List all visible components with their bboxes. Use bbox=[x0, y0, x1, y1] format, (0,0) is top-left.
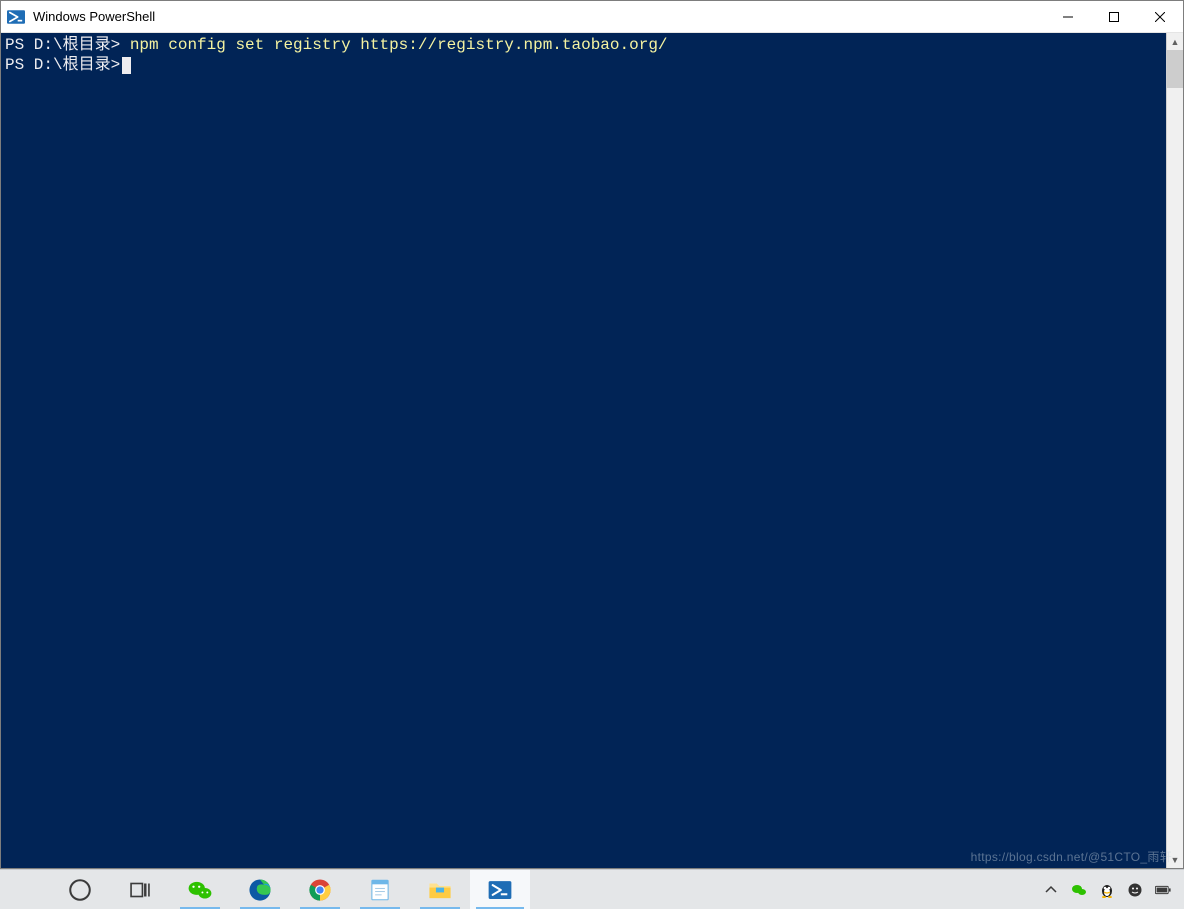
vertical-scrollbar[interactable]: ▲ ▼ bbox=[1166, 33, 1183, 868]
file-explorer-icon[interactable] bbox=[410, 870, 470, 909]
terminal[interactable]: PS D:\根目录> npm config set registry https… bbox=[1, 33, 1166, 868]
terminal-wrap: PS D:\根目录> npm config set registry https… bbox=[1, 33, 1183, 868]
window-controls bbox=[1045, 1, 1183, 32]
minimize-button[interactable] bbox=[1045, 1, 1091, 32]
wechat-icon[interactable] bbox=[170, 870, 230, 909]
edge-icon[interactable] bbox=[230, 870, 290, 909]
tray-qq-icon[interactable] bbox=[1098, 881, 1116, 899]
cortana-icon[interactable] bbox=[50, 870, 110, 909]
system-tray bbox=[1042, 870, 1184, 909]
task-view-icon[interactable] bbox=[110, 870, 170, 909]
chrome-icon[interactable] bbox=[290, 870, 350, 909]
scroll-thumb[interactable] bbox=[1167, 50, 1183, 88]
notepad-icon[interactable] bbox=[350, 870, 410, 909]
tray-battery-icon[interactable] bbox=[1154, 881, 1172, 899]
powershell-icon[interactable] bbox=[470, 870, 530, 909]
powershell-icon bbox=[7, 8, 25, 26]
tray-emoji-icon[interactable] bbox=[1126, 881, 1144, 899]
taskbar bbox=[0, 869, 1184, 909]
prompt: PS D:\根目录> bbox=[5, 56, 120, 74]
window-title: Windows PowerShell bbox=[33, 9, 1045, 24]
taskbar-spacer bbox=[530, 870, 1042, 909]
maximize-button[interactable] bbox=[1091, 1, 1137, 32]
prompt: PS D:\根目录> bbox=[5, 36, 120, 54]
scroll-down-arrow-icon[interactable]: ▼ bbox=[1167, 851, 1183, 868]
scroll-up-arrow-icon[interactable]: ▲ bbox=[1167, 33, 1183, 50]
close-button[interactable] bbox=[1137, 1, 1183, 32]
cursor bbox=[122, 57, 131, 74]
tray-wechat-icon[interactable] bbox=[1070, 881, 1088, 899]
taskbar-apps bbox=[0, 870, 530, 909]
command-text: npm config set registry https://registry… bbox=[130, 36, 668, 54]
titlebar[interactable]: Windows PowerShell bbox=[1, 1, 1183, 33]
tray-chevron-up-icon[interactable] bbox=[1042, 881, 1060, 899]
powershell-window: Windows PowerShell PS D:\根目录> npm config… bbox=[0, 0, 1184, 869]
